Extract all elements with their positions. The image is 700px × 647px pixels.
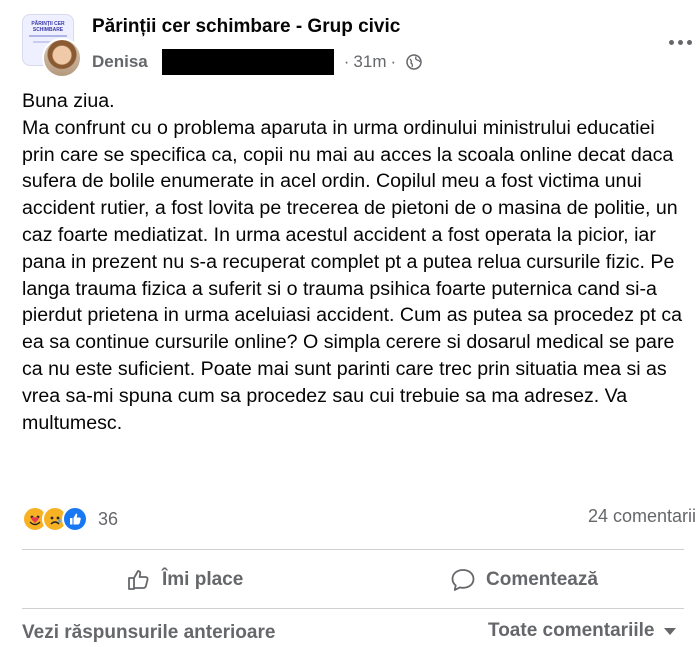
comment-sort-dropdown[interactable]: Toate comentariile xyxy=(488,620,677,642)
like-button[interactable]: Îmi place xyxy=(126,560,243,600)
more-options-icon[interactable] xyxy=(658,30,700,54)
reaction-count: 36 xyxy=(98,508,119,529)
meta-separator: · xyxy=(390,52,397,71)
caret-down-icon xyxy=(664,627,677,635)
post-time-link[interactable]: 31m xyxy=(353,52,386,72)
dot-icon xyxy=(677,39,683,45)
post-header: PĂRINȚII CER SCHIMBARE Părinții cer schi… xyxy=(22,14,692,78)
like-button-label: Îmi place xyxy=(162,569,244,590)
meta-separator: · xyxy=(343,52,350,71)
comment-button-label: Comentează xyxy=(486,569,598,590)
comment-bubble-icon xyxy=(451,569,475,591)
view-previous-replies-link[interactable]: Vezi răspunsurile anterioare xyxy=(22,622,275,644)
divider xyxy=(22,549,684,550)
thumbs-up-icon xyxy=(128,570,149,590)
divider xyxy=(22,608,684,609)
comment-button[interactable]: Comentează xyxy=(450,560,598,600)
dot-icon xyxy=(668,39,674,45)
globe-icon xyxy=(406,54,422,70)
dot-icon xyxy=(686,39,692,45)
user-avatar[interactable] xyxy=(42,38,82,78)
reactions-summary[interactable]: 36 xyxy=(22,505,118,533)
comment-sort-label: Toate comentariile xyxy=(488,620,655,641)
group-avatar-text: PĂRINȚII CER SCHIMBARE xyxy=(31,21,65,33)
post-body-text: Buna ziua. Ma confrunt cu o problema apa… xyxy=(22,90,683,434)
group-name-link[interactable]: Părinții cer schimbare - Grup civic xyxy=(92,16,400,38)
group-avatar-decoration xyxy=(29,35,67,37)
post-meta: Denisa · 31m · xyxy=(92,49,422,75)
comments-count-link[interactable]: 24 comentarii xyxy=(588,506,696,527)
like-reaction-icon xyxy=(62,506,88,532)
redacted-block xyxy=(161,49,334,75)
author-name-link[interactable]: Denisa xyxy=(92,52,148,72)
